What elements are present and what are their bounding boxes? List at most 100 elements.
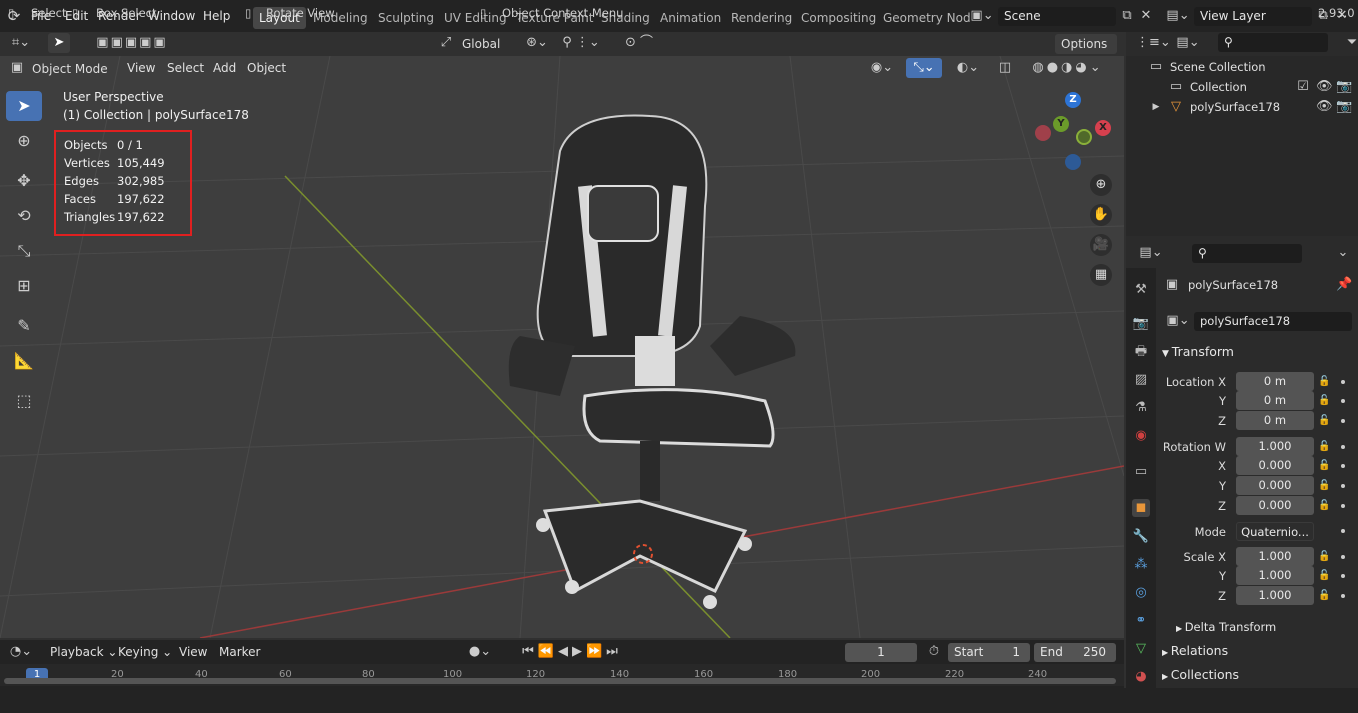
expand-arrow-icon[interactable]: ▶ [1150,97,1162,117]
stopwatch-icon[interactable]: ⏱ [924,642,944,662]
keyframe-dot-icon[interactable] [1341,380,1345,384]
lock-icon[interactable]: 🔓 [1318,376,1330,388]
properties-options-icon[interactable]: ⌄ [1336,243,1350,263]
keyframe-dot-icon[interactable] [1341,574,1345,578]
start-frame-field[interactable]: Start 1 [948,643,1030,662]
menu-help[interactable]: Help [203,9,230,23]
new-scene-icon[interactable]: ⧉ [1118,6,1136,26]
view-layer-tab-icon[interactable]: ▨ [1132,371,1150,389]
lock-icon[interactable]: 🔓 [1318,551,1330,563]
annotate-tool-button[interactable]: ✎ [6,311,42,341]
render-properties-tab-icon[interactable]: 📷 [1132,315,1150,333]
collection-label[interactable]: Collection [1190,80,1247,94]
material-tab-icon[interactable]: ◕ [1132,668,1150,686]
timeline-ruler[interactable]: 1 20 40 60 80 100 120 140 160 180 200 22… [0,664,1124,686]
select-menu[interactable]: Select [167,61,204,75]
scene-name-field[interactable]: Scene [998,7,1116,26]
marker-menu[interactable]: Marker [219,645,260,659]
end-frame-field[interactable]: End 250 [1034,643,1116,662]
measure-tool-button[interactable]: 📐 [6,346,42,376]
properties-search-input[interactable]: ⚲ [1192,244,1302,263]
rotation-x-field[interactable]: 0.000 [1236,456,1314,475]
scale-tool-button[interactable]: ⤡ [6,236,42,266]
object-data-tab-icon[interactable]: ▽ [1132,640,1150,658]
keyframe-dot-icon[interactable] [1341,529,1345,533]
timeline-editor-type-icon[interactable]: ◔⌄ [6,642,36,662]
zoom-icon[interactable]: ⊕ [1090,174,1112,196]
lock-icon[interactable]: 🔓 [1318,460,1330,472]
gizmo-z-axis[interactable]: Z [1065,92,1081,108]
lock-icon[interactable]: 🔓 [1318,500,1330,512]
gizmo-neg-x-axis[interactable] [1035,125,1051,141]
object-properties-tab-icon[interactable]: ◼ [1132,499,1150,517]
properties-editor-type-icon[interactable]: ▤⌄ [1136,243,1166,263]
object-camera-icon[interactable]: 📷 [1336,97,1352,117]
delta-transform-subpanel[interactable]: ▶ Delta Transform [1176,620,1276,634]
rotate-tool-button[interactable]: ⟲ [6,201,42,231]
view-layer-selector-icon[interactable]: ▤⌄ [1164,6,1192,26]
xray-icon[interactable]: ◫ [996,58,1014,78]
cursor-tool-button[interactable]: ⊕ [6,126,42,156]
playback-menu[interactable]: Playback ⌄ [50,645,117,659]
gizmo-neg-y-axis[interactable] [1076,129,1092,145]
keyframe-dot-icon[interactable] [1341,594,1345,598]
keyframe-dot-icon[interactable] [1341,419,1345,423]
outliner-editor-type-icon[interactable]: ⋮≡⌄ [1136,33,1171,53]
add-cube-tool-button[interactable]: ⬚ [6,386,42,416]
transform-tool-button[interactable]: ⊞ [6,271,42,301]
lock-icon[interactable]: 🔓 [1318,415,1330,427]
visibility-icon[interactable]: ◉⌄ [870,58,894,78]
output-properties-tab-icon[interactable]: 🖶 [1132,343,1150,361]
workspace-tab-animation[interactable]: Animation [654,7,727,29]
gizmo-toggle-icon[interactable]: ⤡⌄ [906,58,942,78]
active-tool-icon[interactable]: ➤ [48,33,70,53]
object-datablock-icon[interactable]: ▣⌄ [1164,311,1192,331]
overlays-icon[interactable]: ◐⌄ [950,58,986,78]
scale-z-field[interactable]: 1.000 [1236,586,1314,605]
collection-camera-icon[interactable]: 📷 [1336,77,1352,97]
polysurface-outliner-item[interactable]: polySurface178 [1190,100,1280,114]
keyframe-dot-icon[interactable] [1341,504,1345,508]
move-tool-button[interactable]: ✥ [6,166,42,196]
outliner-display-mode-icon[interactable]: ▤⌄ [1174,33,1202,53]
proportional-editing-icon[interactable]: ⊙ ⌒ [614,33,664,53]
collection-properties-tab-icon[interactable]: ▭ [1132,463,1150,481]
object-mode-dropdown[interactable]: Object Mode [26,59,116,79]
scene-selector-icon[interactable]: ▣⌄ [968,6,996,26]
gizmo-neg-z-axis[interactable] [1065,154,1081,170]
editor-type-icon[interactable]: ⌗⌄ [6,33,36,53]
object-eye-icon[interactable]: 👁 [1316,97,1333,117]
rotation-w-field[interactable]: 1.000 [1236,437,1314,456]
lock-icon[interactable]: 🔓 [1318,570,1330,582]
collection-checkbox-icon[interactable]: ☑ [1296,77,1310,97]
keyframe-dot-icon[interactable] [1341,399,1345,403]
relations-panel-header[interactable]: ▶ Relations [1162,643,1228,658]
filter-icon[interactable]: ⏷ [1346,33,1358,53]
collections-panel-header[interactable]: ▶ Collections [1162,667,1239,682]
tool-properties-tab-icon[interactable]: ⚒ [1132,281,1150,299]
scale-y-field[interactable]: 1.000 [1236,566,1314,585]
lock-icon[interactable]: 🔓 [1318,441,1330,453]
rotation-y-field[interactable]: 0.000 [1236,476,1314,495]
snap-icon[interactable]: ⚲ ⋮⌄ [556,33,606,53]
scene-collection-label[interactable]: Scene Collection [1170,60,1266,74]
pivot-point-icon[interactable]: ⊛⌄ [522,33,552,53]
object-name-field[interactable]: polySurface178 [1194,312,1352,331]
transform-panel-header[interactable]: ▼ Transform [1162,344,1234,359]
lock-icon[interactable]: 🔓 [1318,590,1330,602]
view-menu[interactable]: View [127,61,155,75]
location-y-field[interactable]: 0 m [1236,391,1314,410]
location-z-field[interactable]: 0 m [1236,411,1314,430]
rotation-mode-dropdown[interactable]: Quaternio... [1236,522,1314,541]
view-layer-field[interactable]: View Layer [1194,7,1312,26]
camera-icon[interactable]: 🎥 [1090,234,1112,256]
keyframe-dot-icon[interactable] [1341,464,1345,468]
particles-tab-icon[interactable]: ⁂ [1132,556,1150,574]
modifier-properties-tab-icon[interactable]: 🔧 [1132,528,1150,546]
pin-icon[interactable]: 📌 [1336,275,1352,295]
playback-controls-icons[interactable]: ⏮⏪◀▶⏩⏭ [512,642,632,662]
add-menu[interactable]: Add [213,61,236,75]
world-properties-tab-icon[interactable]: ◉ [1132,427,1150,445]
current-frame-field[interactable]: 1 [845,643,917,662]
keying-menu[interactable]: Keying ⌄ [118,645,172,659]
